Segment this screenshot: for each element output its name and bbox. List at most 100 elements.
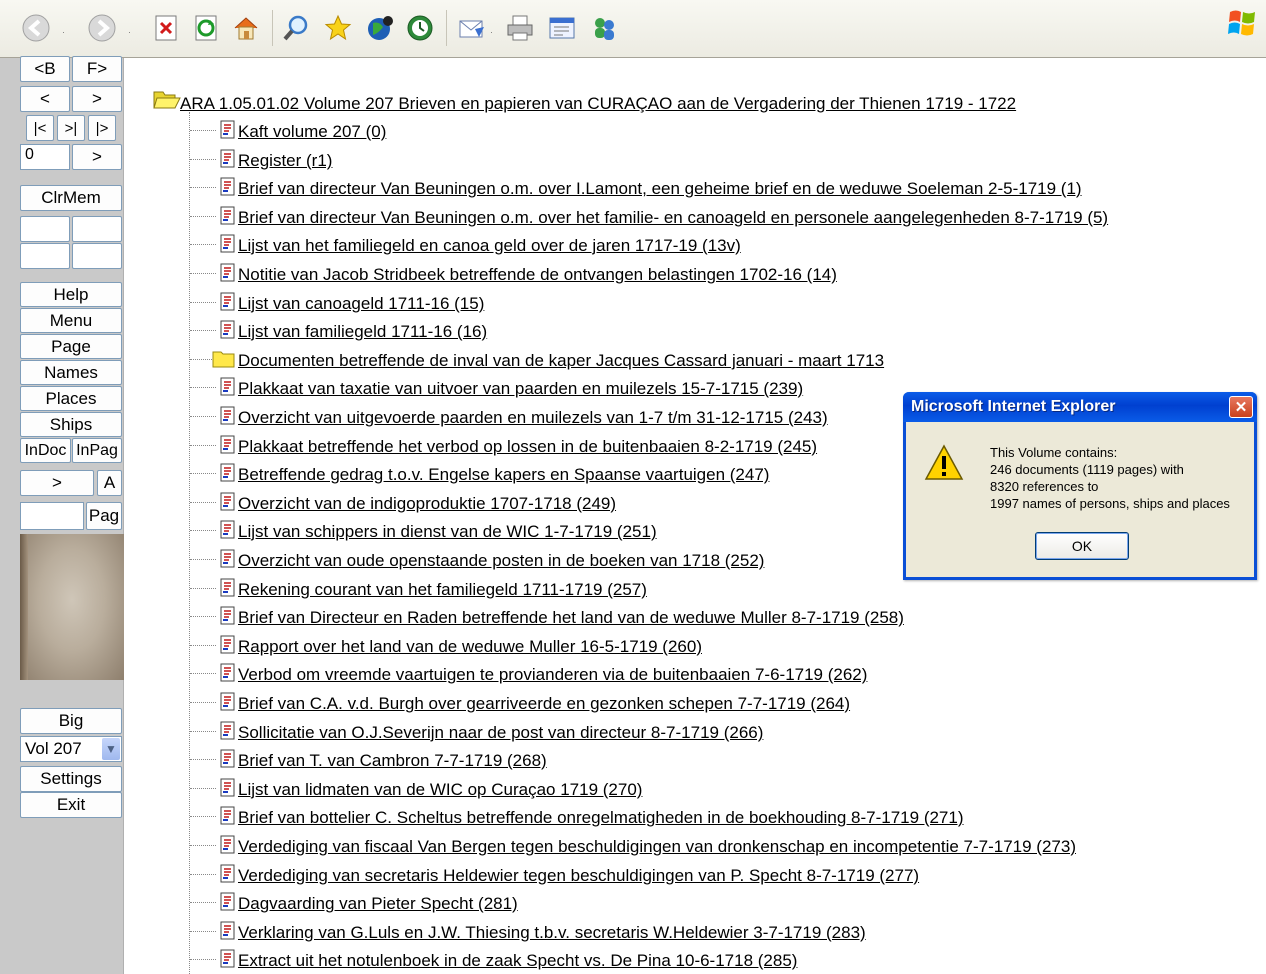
document-icon	[220, 806, 236, 831]
tree-item-label[interactable]: Verdediging van fiscaal Van Bergen tegen…	[238, 837, 1076, 857]
mail-dropdown-icon[interactable]: ·	[490, 27, 493, 37]
tree-item-label[interactable]: Documenten betreffende de inval van de k…	[238, 351, 884, 371]
menu-button[interactable]: Menu	[20, 308, 122, 333]
search-next-button[interactable]: >	[20, 470, 94, 496]
page-button[interactable]: Page	[20, 334, 122, 359]
volume-select[interactable]: Vol 207 ▼	[20, 736, 122, 762]
page-number-input[interactable]: 0	[20, 144, 70, 170]
help-button[interactable]: Help	[20, 282, 122, 307]
dialog-titlebar[interactable]: Microsoft Internet Explorer ✕	[903, 392, 1257, 422]
prev-button[interactable]: <	[20, 86, 70, 112]
tree-item-label[interactable]: Brief van Directeur en Raden betreffende…	[238, 608, 904, 628]
back-icon[interactable]	[20, 12, 52, 44]
tree-item-label[interactable]: Verdediging van secretaris Heldewier teg…	[238, 866, 919, 886]
page-thumbnail[interactable]	[20, 534, 124, 680]
tree-item-label[interactable]: Overzicht van de indigoproduktie 1707-17…	[238, 494, 616, 514]
refresh-icon[interactable]	[190, 12, 222, 44]
tree-item-label[interactable]: Lijst van canoageld 1711-16 (15)	[238, 294, 484, 314]
document-icon	[220, 778, 236, 803]
history-icon[interactable]	[404, 12, 436, 44]
memory-slot-button[interactable]	[72, 243, 122, 269]
memory-slot-button[interactable]	[72, 216, 122, 242]
document-icon	[220, 177, 236, 202]
tree-root[interactable]	[153, 88, 181, 115]
tree-item-label[interactable]: Verbod om vreemde vaartuigen te proviand…	[238, 665, 867, 685]
tree-root-label[interactable]: ARA 1.05.01.02 Volume 207 Brieven en pap…	[180, 94, 1016, 114]
tree-item-label[interactable]: Brief van T. van Cambron 7-7-1719 (268)	[238, 751, 547, 771]
inpag-button[interactable]: InPag	[72, 438, 122, 463]
tree-connector	[190, 874, 216, 875]
tree-item-label[interactable]: Brief van directeur Van Beuningen o.m. o…	[238, 208, 1108, 228]
tree-item-label[interactable]: Sollicitatie van O.J.Severijn naar de po…	[238, 723, 763, 743]
edit-icon[interactable]	[546, 12, 578, 44]
middle-page-button[interactable]: >|	[57, 115, 85, 141]
tree-item-label[interactable]: Brief van C.A. v.d. Burgh over gearrivee…	[238, 694, 850, 714]
ok-button[interactable]: OK	[1035, 532, 1129, 560]
tree-connector	[190, 216, 216, 217]
search-input[interactable]	[20, 502, 84, 530]
go-button[interactable]: >	[72, 144, 122, 170]
tree-connector	[190, 416, 216, 417]
settings-button[interactable]: Settings	[20, 766, 122, 792]
pag-button[interactable]: Pag	[86, 502, 122, 530]
tree-item-label[interactable]: Plakkaat betreffende het verbod op losse…	[238, 437, 817, 457]
messenger-icon[interactable]	[588, 12, 620, 44]
mail-icon[interactable]	[456, 12, 488, 44]
tree-item-label[interactable]: Extract uit het notulenboek in de zaak S…	[238, 951, 797, 971]
tree-connector	[190, 673, 216, 674]
a-button[interactable]: A	[97, 470, 122, 496]
tree-item-label[interactable]: Overzicht van oude openstaande posten in…	[238, 551, 764, 571]
tree-item-label[interactable]: Register (r1)	[238, 151, 332, 171]
last-page-button[interactable]: |>	[88, 115, 116, 141]
forward-icon[interactable]	[86, 12, 118, 44]
tree-item-label[interactable]: Dagvaarding van Pieter Specht (281)	[238, 894, 518, 914]
tree-item-label[interactable]: Rekening courant van het familiegeld 171…	[238, 580, 647, 600]
stop-icon[interactable]	[150, 12, 182, 44]
tree-item-label[interactable]: Brief van directeur Van Beuningen o.m. o…	[238, 179, 1082, 199]
media-icon[interactable]	[364, 12, 396, 44]
places-button[interactable]: Places	[20, 386, 122, 411]
nav-back-button[interactable]: <B	[20, 56, 70, 82]
clrmem-button[interactable]: ClrMem	[20, 185, 122, 211]
back-dropdown-icon[interactable]: ·	[62, 27, 65, 37]
document-icon	[220, 520, 236, 545]
ships-button[interactable]: Ships	[20, 412, 122, 437]
tree-item-label[interactable]: Lijst van het familiegeld en canoa geld …	[238, 236, 741, 256]
forward-dropdown-icon[interactable]: ·	[128, 27, 131, 37]
favorites-icon[interactable]	[322, 12, 354, 44]
tree-item-label[interactable]: Lijst van lidmaten van de WIC op Curaçao…	[238, 780, 642, 800]
big-button[interactable]: Big	[20, 708, 122, 734]
tree-item-label[interactable]: Lijst van familiegeld 1711-16 (16)	[238, 322, 487, 342]
home-icon[interactable]	[230, 12, 262, 44]
tree-connector	[190, 387, 216, 388]
tree-item-label[interactable]: Kaft volume 207 (0)	[238, 122, 386, 142]
tree-connector	[190, 473, 216, 474]
tree-item-label[interactable]: Rapport over het land van de weduwe Mull…	[238, 637, 702, 657]
tree-connector	[190, 445, 216, 446]
tree-item-label[interactable]: Verklaring van G.Luls en J.W. Thiesing t…	[238, 923, 866, 943]
chevron-down-icon[interactable]: ▼	[102, 738, 120, 760]
document-icon	[220, 606, 236, 631]
tree-connector	[190, 273, 216, 274]
tree-connector	[190, 645, 216, 646]
exit-button[interactable]: Exit	[20, 792, 122, 818]
memory-slot-button[interactable]	[20, 216, 70, 242]
tree-item-label[interactable]: Notitie van Jacob Stridbeek betreffende …	[238, 265, 837, 285]
document-icon	[220, 835, 236, 860]
next-button[interactable]: >	[72, 86, 122, 112]
tree-item-label[interactable]: Plakkaat van taxatie van uitvoer van paa…	[238, 379, 803, 399]
memory-slot-button[interactable]	[20, 243, 70, 269]
nav-forward-button[interactable]: F>	[72, 56, 122, 82]
document-icon	[220, 406, 236, 431]
tree-item-label[interactable]: Lijst van schippers in dienst van de WIC…	[238, 522, 657, 542]
search-icon[interactable]	[280, 12, 312, 44]
tree-item-label[interactable]: Overzicht van uitgevoerde paarden en mui…	[238, 408, 828, 428]
tree-item-label[interactable]: Betreffende gedrag t.o.v. Engelse kapers…	[238, 465, 769, 485]
names-button[interactable]: Names	[20, 360, 122, 385]
document-icon	[220, 435, 236, 460]
indoc-button[interactable]: InDoc	[20, 438, 71, 463]
first-page-button[interactable]: |<	[26, 115, 54, 141]
close-icon[interactable]: ✕	[1229, 396, 1253, 418]
print-icon[interactable]	[504, 12, 536, 44]
tree-item-label[interactable]: Brief van bottelier C. Scheltus betreffe…	[238, 808, 964, 828]
